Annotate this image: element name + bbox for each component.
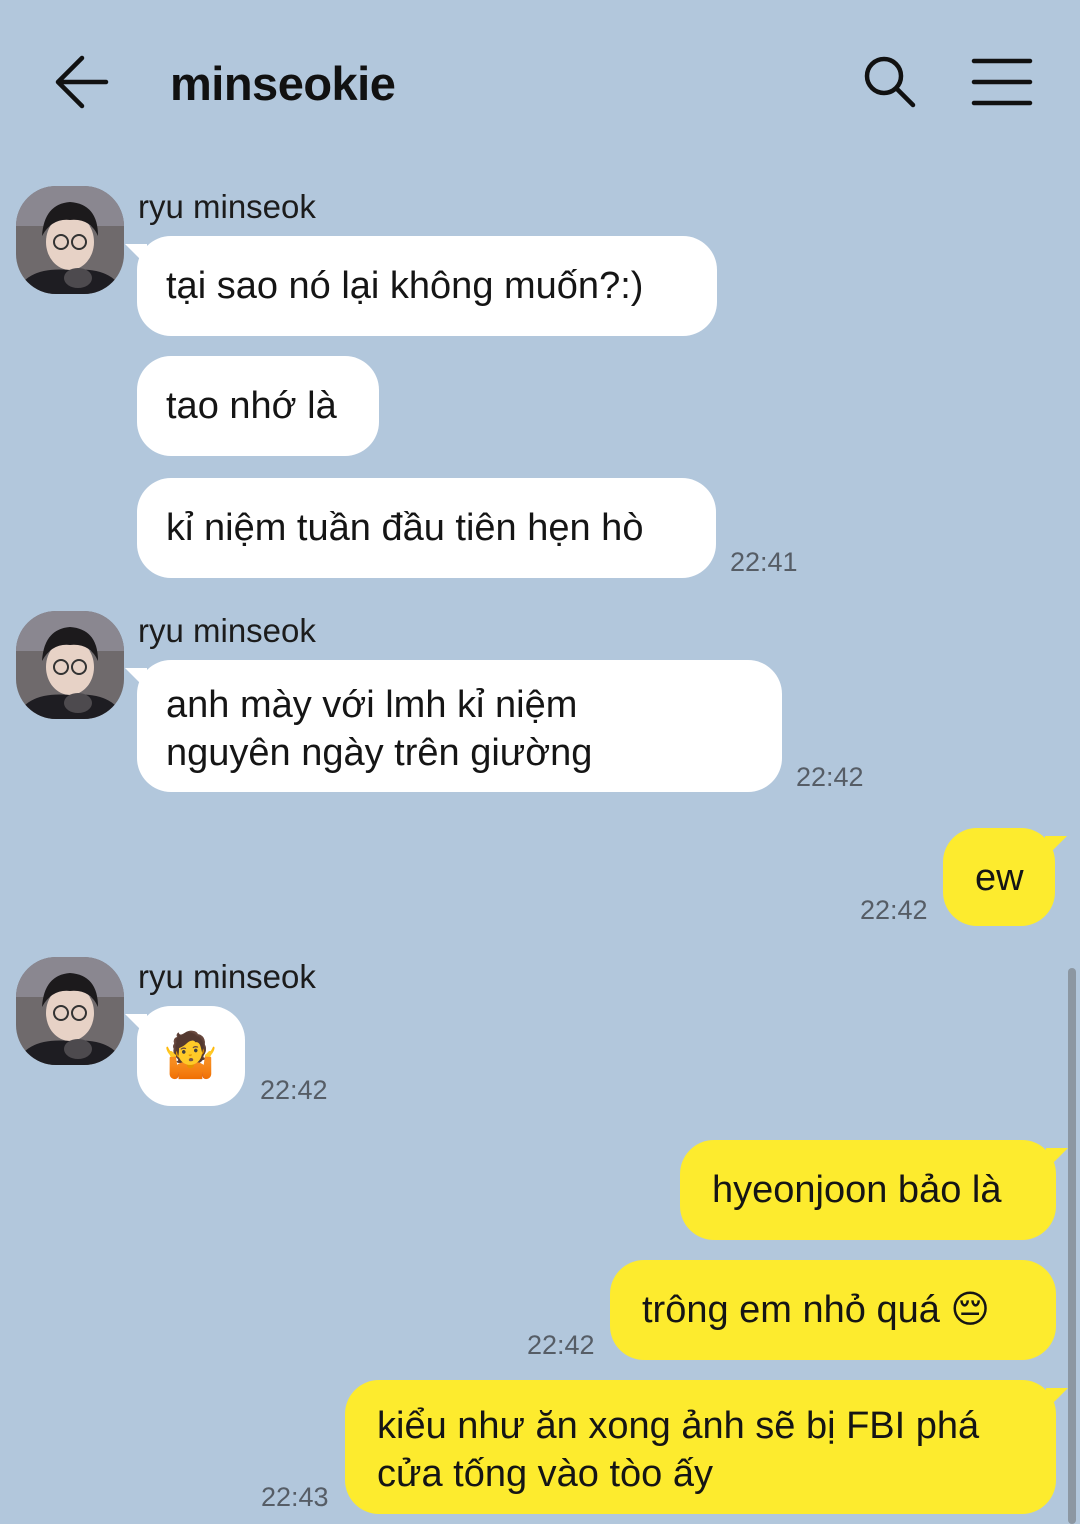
chat-screen: minseokie ryu minseok tại sao nó lại khô… xyxy=(0,0,1080,1524)
avatar-photo xyxy=(16,186,124,294)
message-bubble[interactable]: tao nhớ là xyxy=(137,356,379,456)
message-bubble[interactable]: tại sao nó lại không muốn?:) xyxy=(125,236,717,336)
message-timestamp: 22:42 xyxy=(860,895,928,925)
sender-name: ryu minseok xyxy=(138,188,316,225)
message-bubble[interactable]: kỉ niệm tuần đầu tiên hẹn hò xyxy=(137,478,716,578)
arrow-left-icon xyxy=(55,55,109,109)
menu-button[interactable] xyxy=(970,56,1034,108)
chat-title: minseokie xyxy=(170,57,396,110)
avatar-photo xyxy=(16,611,124,719)
message-bubble[interactable]: anh mày với lmh kỉ niệm nguyên ngày trên… xyxy=(125,660,782,792)
chat-header: minseokie xyxy=(0,0,1080,165)
message-text: tại sao nó lại không muốn?:) xyxy=(166,265,644,307)
message-timestamp: 22:42 xyxy=(796,762,864,792)
sender-name: ryu minseok xyxy=(138,958,316,995)
message-timestamp: 22:41 xyxy=(730,547,798,577)
message-text: trông em nhỏ quá 😔 xyxy=(642,1289,991,1331)
message-bubble[interactable]: 🤷 xyxy=(125,1006,245,1106)
message-bubble-outgoing[interactable]: kiểu như ăn xong ảnh sẽ bị FBI phá cửa t… xyxy=(345,1380,1068,1514)
message-text-line: kiểu như ăn xong ảnh sẽ bị FBI phá xyxy=(377,1405,980,1447)
message-text-line: cửa tống vào tòo ấy xyxy=(377,1453,713,1495)
avatar[interactable] xyxy=(16,611,124,719)
message-text: hyeonjoon bảo là xyxy=(712,1169,1002,1211)
search-icon xyxy=(864,56,916,108)
message-text: ew xyxy=(975,857,1024,899)
avatar[interactable] xyxy=(16,957,124,1065)
message-text-line: nguyên ngày trên giường xyxy=(166,732,593,774)
search-button[interactable] xyxy=(860,54,920,110)
message-timestamp: 22:42 xyxy=(527,1330,595,1360)
message-text: kỉ niệm tuần đầu tiên hẹn hò xyxy=(166,507,644,549)
sender-name: ryu minseok xyxy=(138,612,316,649)
message-timestamp: 22:42 xyxy=(260,1075,328,1105)
scrollbar[interactable] xyxy=(1068,968,1076,1524)
message-bubble-outgoing[interactable]: hyeonjoon bảo là xyxy=(680,1140,1068,1240)
avatar-photo xyxy=(16,957,124,1065)
back-button[interactable] xyxy=(52,54,112,110)
message-bubble-outgoing[interactable]: trông em nhỏ quá 😔 xyxy=(610,1260,1056,1360)
message-timestamp: 22:43 xyxy=(261,1482,329,1512)
message-text-line: anh mày với lmh kỉ niệm xyxy=(166,684,578,726)
shrug-emoji: 🤷 xyxy=(163,1031,218,1080)
hamburger-menu-icon xyxy=(971,58,1033,106)
message-text: tao nhớ là xyxy=(166,385,337,427)
message-bubble-outgoing[interactable]: ew xyxy=(943,828,1067,926)
avatar[interactable] xyxy=(16,186,124,294)
